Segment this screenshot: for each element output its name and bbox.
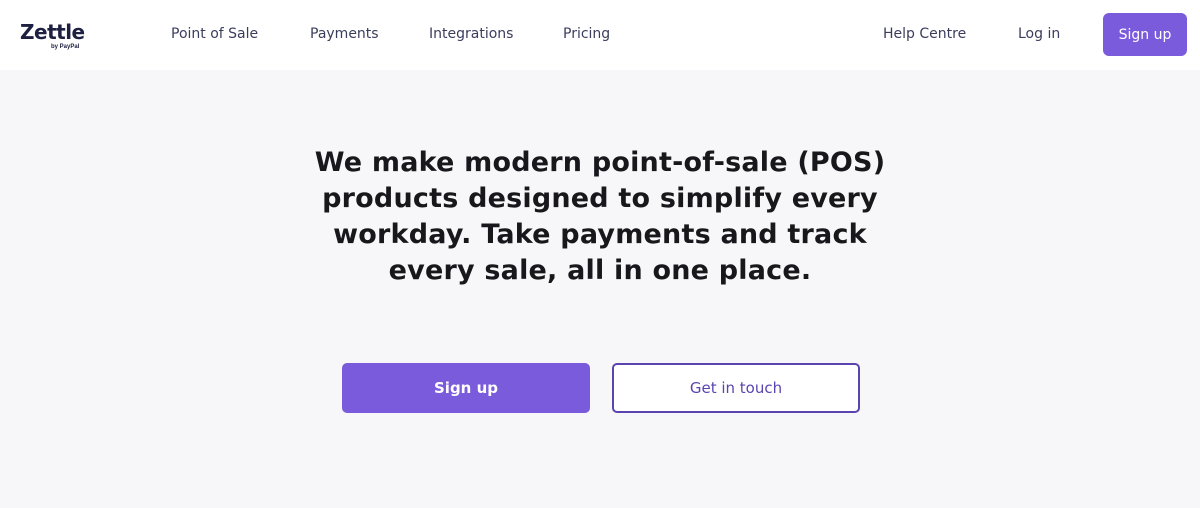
logo-wordmark: Zettle [20, 20, 85, 44]
nav-integrations[interactable]: Integrations [429, 24, 513, 44]
nav-point-of-sale[interactable]: Point of Sale [171, 24, 258, 44]
login-link[interactable]: Log in [1018, 24, 1060, 44]
help-centre-link[interactable]: Help Centre [883, 24, 966, 44]
logo-paypal-tagline: by PayPal [51, 44, 80, 50]
hero-signup-button[interactable]: Sign up [342, 363, 590, 413]
nav-payments[interactable]: Payments [310, 24, 379, 44]
zettle-logo[interactable]: Zettle by PayPal [20, 20, 90, 56]
site-header: Zettle by PayPal Point of Sale Payments … [0, 0, 1200, 70]
hero-headline: We make modern point-of-sale (POS) produ… [314, 147, 886, 286]
nav-pricing[interactable]: Pricing [563, 24, 610, 44]
get-in-touch-button[interactable]: Get in touch [612, 363, 860, 413]
header-signup-button[interactable]: Sign up [1103, 13, 1187, 56]
